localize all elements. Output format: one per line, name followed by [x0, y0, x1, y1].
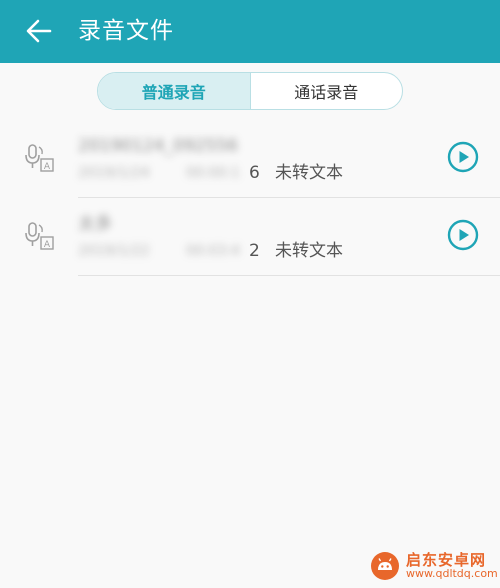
recording-duration-tail: 2: [249, 241, 260, 261]
svg-text:A: A: [44, 162, 51, 172]
top-app-bar: 录音文件: [0, 0, 500, 63]
transcription-status: 未转文本: [275, 241, 343, 261]
transcription-status: 未转文本: [275, 163, 343, 183]
play-icon[interactable]: [447, 141, 479, 173]
recording-name: 太多: [78, 214, 112, 234]
page-title: 录音文件: [78, 18, 174, 44]
back-arrow-icon: [26, 19, 52, 43]
recording-date: 2019/1/24: [78, 165, 150, 181]
android-logo-icon: [371, 552, 399, 580]
watermark: 启东安卓网 www.qdltdq.com: [370, 548, 498, 584]
watermark-brand: 启东安卓网: [406, 550, 487, 569]
recording-list-item[interactable]: A 20190124_092556 2019/1/24 00:00:1 6 未转…: [0, 119, 500, 197]
recording-type-tabs: 普通录音 通话录音: [97, 72, 403, 110]
svg-text:A: A: [44, 240, 51, 250]
recording-duration-tail: 6: [249, 163, 260, 183]
tab-normal-recording[interactable]: 普通录音: [98, 73, 251, 109]
play-icon[interactable]: [447, 219, 479, 251]
recording-date: 2019/1/22: [78, 243, 150, 259]
recording-list-item[interactable]: A 太多 2019/1/22 00:03:4 2 未转文本: [0, 197, 500, 275]
tab-call-recording[interactable]: 通话录音: [251, 73, 403, 109]
recording-duration-blurred: 00:00:1: [186, 165, 240, 181]
divider: [78, 275, 500, 276]
recording-duration-blurred: 00:03:4: [186, 243, 240, 259]
back-button[interactable]: [24, 16, 54, 46]
speech-to-text-icon: A: [25, 222, 54, 250]
watermark-url: www.qdltdq.com: [406, 567, 498, 581]
recording-name: 20190124_092556: [78, 136, 238, 156]
speech-to-text-icon: A: [25, 144, 54, 172]
